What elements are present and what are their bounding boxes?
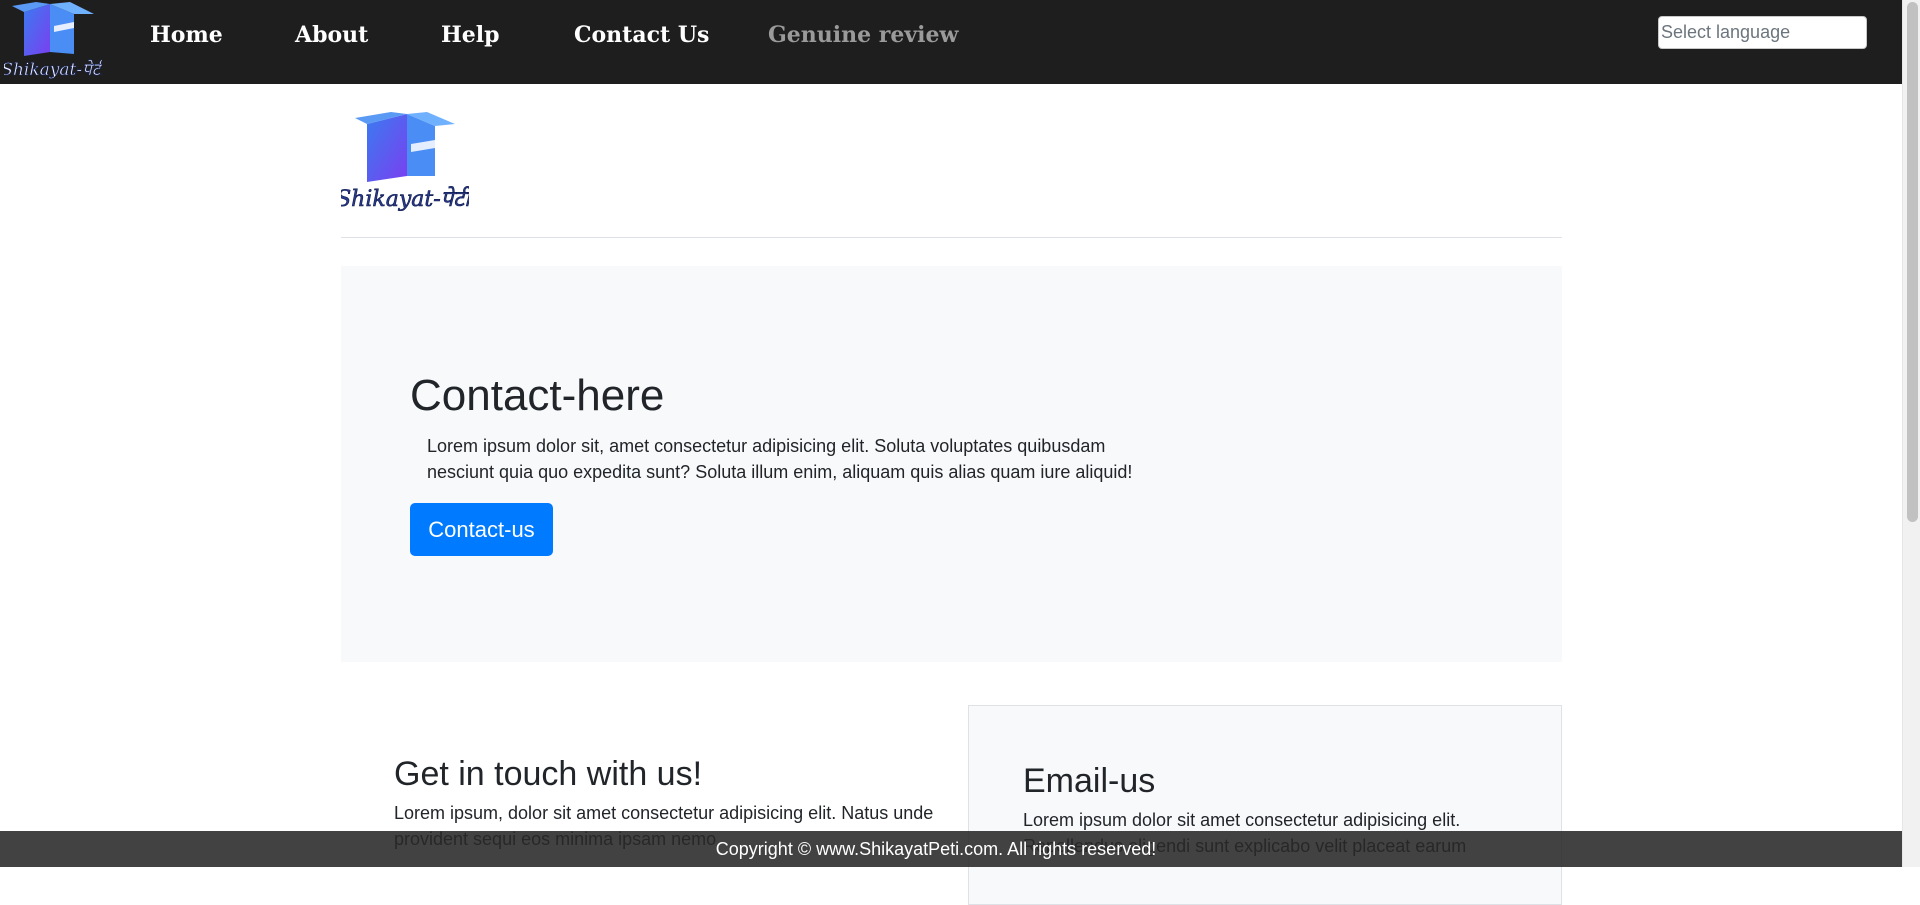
top-navbar: Shikayat-पेटी Home About Help Contact Us… <box>0 0 1902 84</box>
copyright-text: Copyright © www.ShikayatPeti.com. All ri… <box>715 839 1157 859</box>
nav-about-link[interactable]: About <box>295 22 368 48</box>
logo-text: Shikayat-पेटी <box>4 59 102 80</box>
language-select[interactable]: Select language <box>1658 16 1867 49</box>
email-us-heading: Email-us <box>1023 762 1156 800</box>
nav-home-link[interactable]: Home <box>150 22 223 48</box>
copyright-footer: Copyright © www.ShikayatPeti.com. All ri… <box>0 831 1902 867</box>
contact-description: Lorem ipsum dolor sit, amet consectetur … <box>427 436 1133 482</box>
contact-heading: Contact-here <box>410 371 665 420</box>
nav-contact-us-link[interactable]: Contact Us <box>574 22 709 48</box>
page-logo: Shikayat-पेटी <box>341 112 469 212</box>
page-logo-text: Shikayat-पेटी <box>341 186 469 212</box>
contact-jumbotron: Contact-here Lorem ipsum dolor sit, amet… <box>341 266 1562 662</box>
page-scrollbar[interactable] <box>1902 0 1920 867</box>
shikayat-peti-logo[interactable]: Shikayat-पेटी <box>4 2 102 80</box>
contact-us-button[interactable]: Contact-us <box>410 503 553 556</box>
email-us-card: Email-us Lorem ipsum dolor sit amet cons… <box>968 705 1562 905</box>
scrollbar-thumb[interactable] <box>1907 2 1918 522</box>
get-in-touch-heading: Get in touch with us! <box>394 755 703 793</box>
header-divider <box>341 237 1562 238</box>
nav-help-link[interactable]: Help <box>441 22 500 48</box>
nav-genuine-review-link[interactable]: Genuine review <box>768 22 958 48</box>
